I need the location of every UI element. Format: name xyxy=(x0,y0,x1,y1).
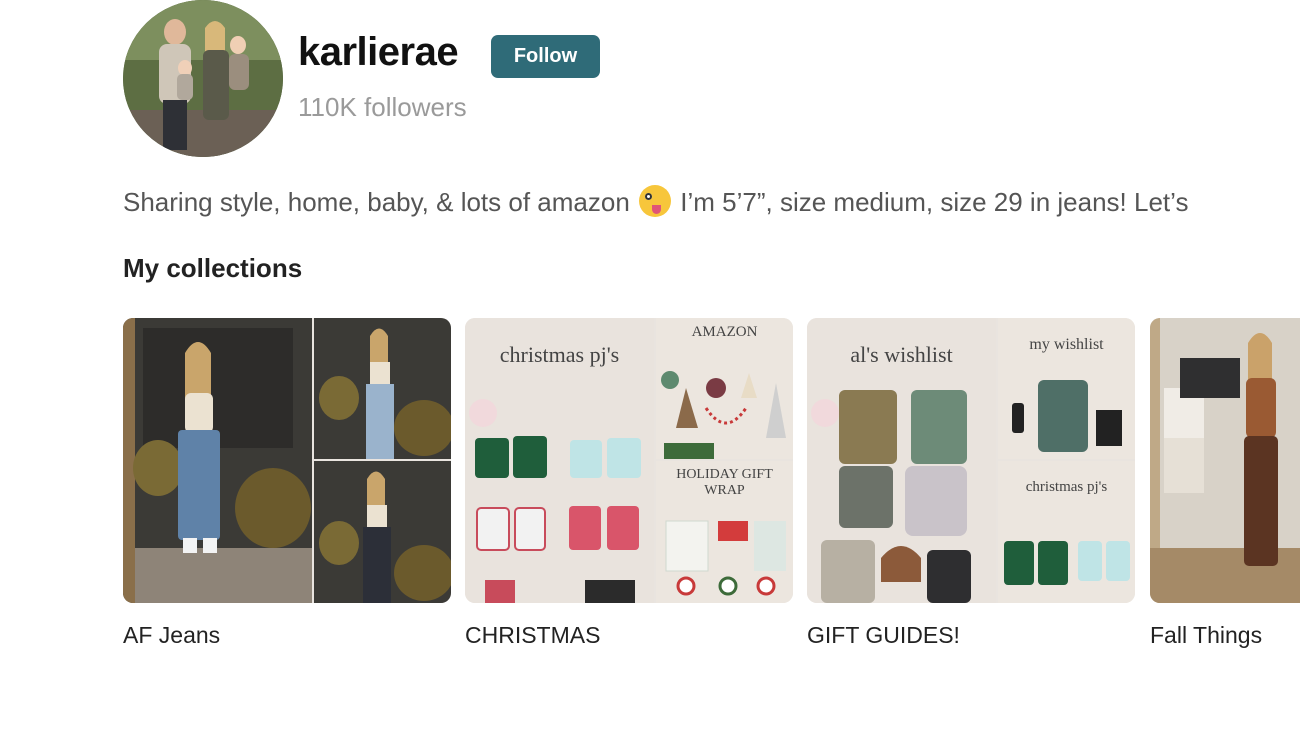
profile-bio: Sharing style, home, baby, & lots of ama… xyxy=(123,185,1188,218)
collection-photo: christmas pj's xyxy=(998,461,1135,603)
collection-photo xyxy=(123,318,312,603)
collection-photo xyxy=(1150,318,1300,603)
collection-photo: HOLIDAY GIFT WRAP xyxy=(656,461,793,603)
zany-face-emoji-icon xyxy=(639,185,672,217)
follow-button[interactable]: Follow xyxy=(491,35,600,78)
collections-heading: My collections xyxy=(123,253,303,283)
collection-label[interactable]: Fall Things xyxy=(1150,622,1262,649)
collection-card-gift-guides[interactable]: al's wishlist my wishlist christmas pj's xyxy=(807,318,1135,603)
collection-photo: christmas pj's xyxy=(465,318,654,603)
collection-photo xyxy=(314,461,451,603)
followers-count: 110K followers xyxy=(298,92,467,122)
collection-photo: my wishlist xyxy=(998,318,1135,459)
collection-label[interactable]: GIFT GUIDES! xyxy=(807,622,960,649)
collection-label[interactable]: AF Jeans xyxy=(123,622,220,649)
collection-photo xyxy=(314,318,451,459)
profile-avatar xyxy=(123,0,283,157)
bio-text-start: Sharing style, home, baby, & lots of ama… xyxy=(123,187,630,217)
bio-text-end: I’m 5’7”, size medium, size 29 in jeans!… xyxy=(680,187,1189,217)
collection-card-christmas[interactable]: christmas pj's AMAZON HOLIDAY GIFT WRAP xyxy=(465,318,793,603)
collection-label[interactable]: CHRISTMAS xyxy=(465,622,600,649)
collection-photo: AMAZON xyxy=(656,318,793,459)
collection-card-af-jeans[interactable] xyxy=(123,318,451,603)
profile-username: karlierae xyxy=(298,30,459,74)
collection-photo: al's wishlist xyxy=(807,318,996,603)
collection-card-fall-things[interactable] xyxy=(1150,318,1300,603)
